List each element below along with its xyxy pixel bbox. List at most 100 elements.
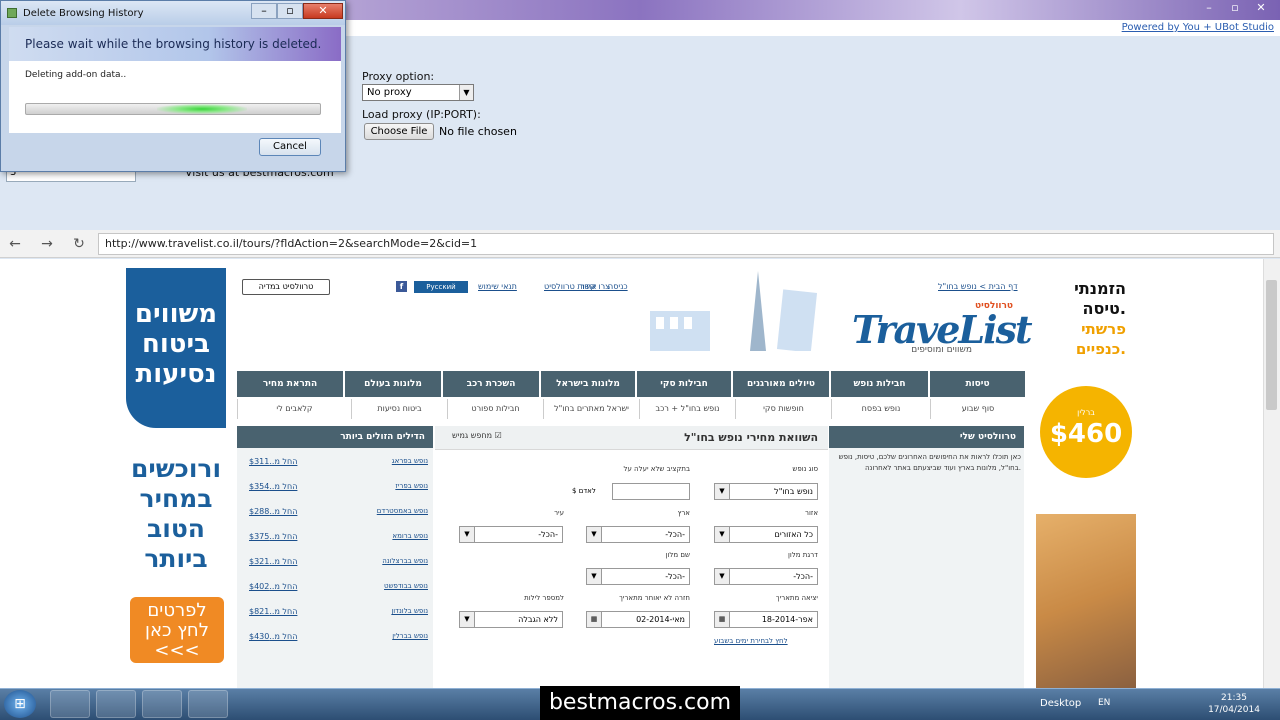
url-bar[interactable]: http://www.travelist.co.il/tours/?fldAct… (98, 233, 1274, 255)
dialog-maximize-button[interactable]: ▫ (277, 3, 303, 19)
country-select[interactable]: ▼ -הכל- (586, 526, 690, 543)
ubot-taskbar-icon[interactable] (188, 690, 228, 718)
deal-price[interactable]: החל מ..$430 (249, 632, 319, 641)
deal-destination[interactable]: נופש בברלין (340, 632, 428, 640)
back-icon[interactable]: ← (6, 235, 24, 253)
deal-price[interactable]: החל מ..$354 (249, 482, 319, 491)
deal-price[interactable]: החל מ..$821 (249, 607, 319, 616)
country-label: ארץ (677, 509, 690, 517)
start-button[interactable]: ⊞ (4, 690, 36, 718)
weekdays-link[interactable]: לחץ לבחירת ימים בשבוע (714, 637, 788, 645)
scrollbar-thumb[interactable] (1266, 280, 1277, 410)
powered-by-link[interactable]: Powered by You + UBot Studio (1122, 22, 1274, 33)
explorer-taskbar-icon[interactable] (50, 690, 90, 718)
deal-destination[interactable]: נופש בברצלונה (340, 557, 428, 565)
return-date-value: 02-מאי-2014 (636, 615, 685, 624)
calendar-icon[interactable]: ▦ (715, 612, 730, 627)
ad-line: ביותר (144, 544, 208, 573)
ad-line: פרשתי (1081, 320, 1126, 338)
progress-indicator (157, 104, 248, 114)
logo-hebrew: טרוולסיט (975, 301, 1014, 311)
vacation-type-select[interactable]: ▼ נופש בחו"ל (714, 483, 818, 500)
subtab-item[interactable]: סוף שבוע (930, 399, 1025, 419)
close-button[interactable]: ✕ (1248, 0, 1274, 16)
city-select[interactable]: ▼ -הכל- (459, 526, 563, 543)
chevron-down-icon: ▼ (587, 527, 602, 542)
flight-ad-text: הזמנתי טיסה. (1040, 279, 1126, 319)
vacation-type-value: נופש בחו"ל (774, 487, 813, 496)
breadcrumb[interactable]: דף הבית > נופש בחו"ל (938, 282, 1018, 291)
minimize-button[interactable]: – (1196, 0, 1222, 16)
budget-input[interactable] (612, 483, 690, 500)
travelist-media-button[interactable]: טרוולסיט במדיה (242, 279, 330, 295)
search-form-title: השוואת מחירי נופש בחו"ל (684, 431, 818, 444)
tab-israel-hotels[interactable]: מלונות בישראל (541, 371, 635, 397)
forward-icon[interactable]: → (38, 235, 56, 253)
subtab-item[interactable]: נופש בפסח (831, 399, 930, 419)
subtab-item[interactable]: ביטוח נסיעות (351, 399, 447, 419)
about-link[interactable]: אודות טרוולסיט (544, 282, 597, 291)
ad-line: במחיר (139, 484, 213, 513)
deal-price[interactable]: החל מ..$402 (249, 582, 319, 591)
subtab-item[interactable]: קלאבים לי (237, 399, 351, 419)
dialog-status: Deleting add-on data.. (25, 70, 127, 80)
subtab-item[interactable]: חבילות ספורט (447, 399, 543, 419)
deal-destination[interactable]: נופש בפריז (340, 482, 428, 490)
maximize-button[interactable]: ▫ (1222, 0, 1248, 16)
no-file-label: No file chosen (439, 125, 517, 138)
web-page: משווים ביטוח נסיעות ורוכשים במחיר הטוב ב… (0, 259, 1280, 689)
ad-details-button[interactable]: לפרטים לחץ כאן <<< (130, 597, 224, 663)
deal-destination[interactable]: נופש ברומא (340, 532, 428, 540)
nights-select[interactable]: ▼ ללא הגבלה (459, 611, 563, 628)
desktop-toolbar-label[interactable]: Desktop (1040, 698, 1081, 709)
deal-price[interactable]: החל מ..$311 (249, 457, 319, 466)
tab-vacation-packages[interactable]: חבילות נופש (831, 371, 928, 397)
flexible-search-checkbox[interactable]: מחפש גמיש ☑ (452, 431, 502, 440)
clock-time: 21:35 (1221, 693, 1247, 703)
region-select[interactable]: ▼ כל האזורים (714, 526, 818, 543)
return-date-input[interactable]: ▦ 02-מאי-2014 (586, 611, 690, 628)
hotel-rating-select[interactable]: ▼ -הכל- (714, 568, 818, 585)
tab-ski[interactable]: חבילות סקי (637, 371, 731, 397)
tab-organized-tours[interactable]: טיולים מאורגנים (733, 371, 829, 397)
subtab-item[interactable]: חופשות סקי (735, 399, 831, 419)
tab-car-rental[interactable]: השכרת רכב (443, 371, 539, 397)
system-clock[interactable]: 21:35 17/04/2014 (1204, 692, 1264, 716)
firefox-taskbar-icon[interactable] (142, 690, 182, 718)
dialog-minimize-button[interactable]: – (251, 3, 277, 19)
dialog-banner-text: Please wait while the browsing history i… (25, 37, 322, 51)
deal-destination[interactable]: נופש בבודפשט (340, 582, 428, 590)
hotel-name-select[interactable]: ▼ -הכל- (586, 568, 690, 585)
hotel-name-label: שם מלון (665, 551, 690, 559)
deal-price[interactable]: החל מ..$288 (249, 507, 319, 516)
proxy-select[interactable]: No proxy ▼ (362, 84, 474, 101)
language-indicator[interactable]: EN (1098, 698, 1110, 708)
facebook-icon[interactable]: f (396, 281, 407, 292)
choose-file-button[interactable]: Choose File (364, 123, 434, 140)
deal-price[interactable]: החל מ..$321 (249, 557, 319, 566)
main-tabs: טיסות חבילות נופש טיולים מאורגנים חבילות… (237, 371, 1025, 397)
subtab-item[interactable]: נופש בחו"ל + רכב (639, 399, 735, 419)
my-travelist-heading: טרוולסיט שלי (829, 426, 1024, 448)
login-link[interactable]: כניסה (608, 282, 628, 291)
reload-icon[interactable]: ↻ (70, 235, 88, 253)
load-proxy-label: Load proxy (IP:PORT): (362, 108, 481, 121)
subtab-item[interactable]: ישראל מאתרים בחו"ל (543, 399, 639, 419)
tab-price-alert[interactable]: התראת מחיר (237, 371, 343, 397)
russian-button[interactable]: Русский (414, 281, 468, 293)
deal-destination[interactable]: נופש בלונדון (340, 607, 428, 615)
app-taskbar-icon[interactable] (96, 690, 136, 718)
cancel-button[interactable]: Cancel (259, 138, 321, 156)
tab-flights[interactable]: טיסות (930, 371, 1025, 397)
depart-date-input[interactable]: ▦ 18-אפר-2014 (714, 611, 818, 628)
ad-line: כנפיים. (1075, 340, 1126, 358)
deal-destination[interactable]: נופש באמסטרדם (340, 507, 428, 515)
calendar-icon[interactable]: ▦ (587, 612, 602, 627)
price-value: $460 (1049, 419, 1123, 449)
tab-world-hotels[interactable]: מלונות בעולם (345, 371, 441, 397)
dialog-close-button[interactable]: ✕ (303, 3, 343, 19)
deal-destination[interactable]: נופש בפראג (340, 457, 428, 465)
ad-line: טיסה. (1082, 299, 1126, 318)
deal-price[interactable]: החל מ..$375 (249, 532, 319, 541)
terms-link[interactable]: תנאי שימוש (478, 282, 517, 291)
